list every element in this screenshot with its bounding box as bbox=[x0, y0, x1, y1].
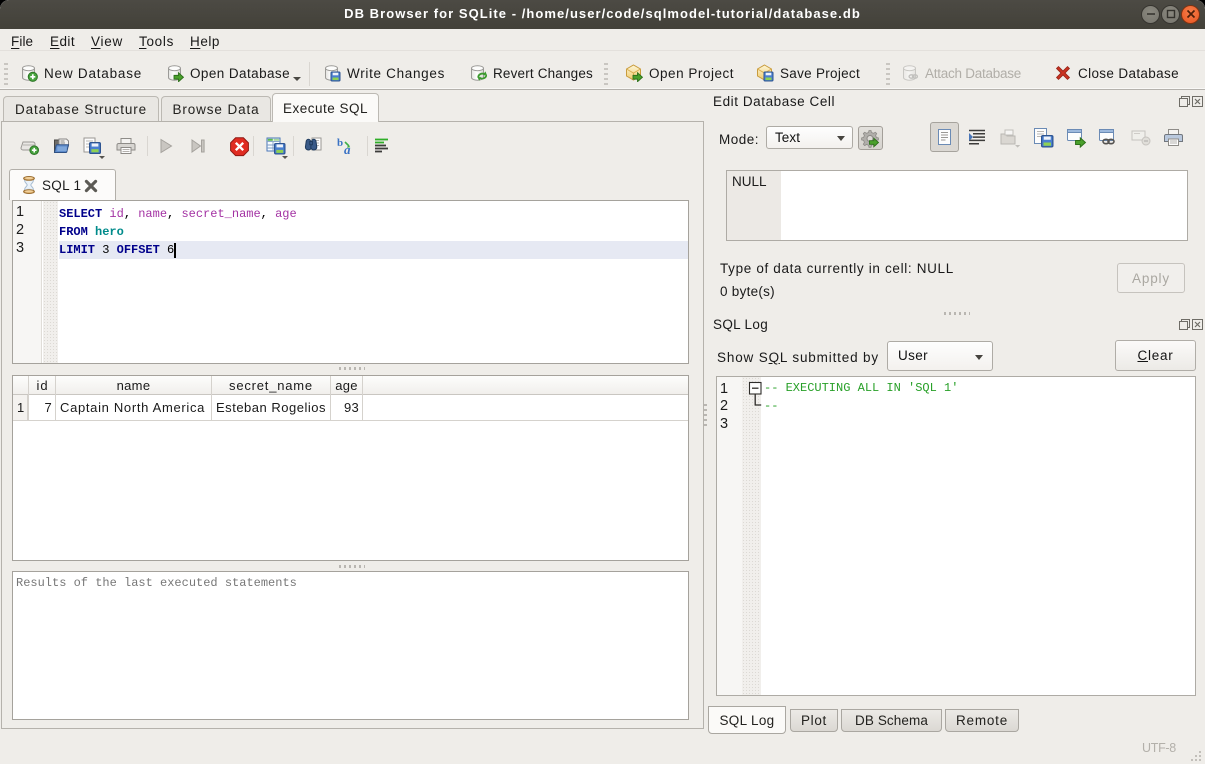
svg-text:b: b bbox=[337, 137, 343, 149]
